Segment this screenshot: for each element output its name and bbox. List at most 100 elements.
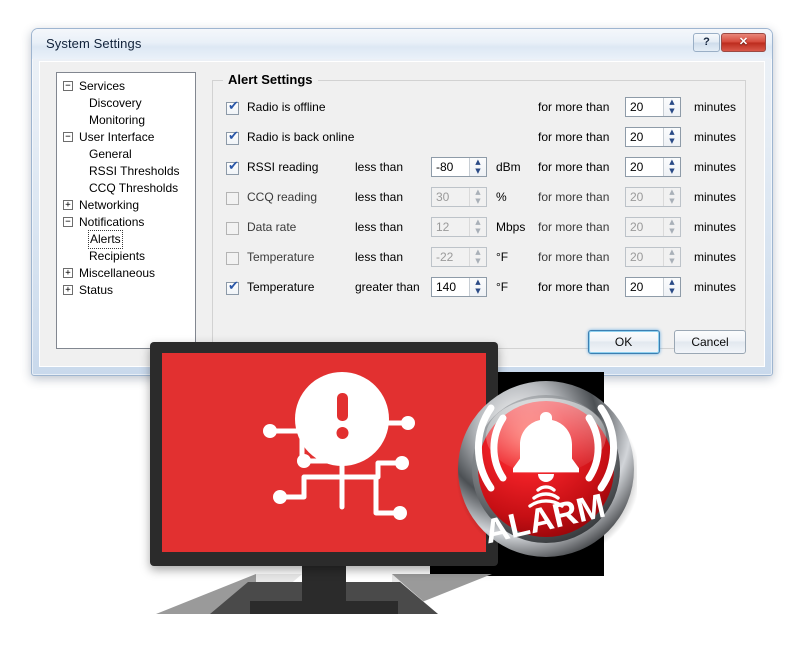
spinner-buttons[interactable]: ▲ ▼ (469, 248, 486, 266)
duration-spinner[interactable]: 20 ▲ ▼ (625, 217, 681, 237)
spinner-down-icon[interactable]: ▼ (664, 227, 680, 236)
spinner-up-icon[interactable]: ▲ (664, 278, 680, 287)
alert-row-label: Temperature (247, 280, 315, 294)
network-alert-icon (263, 372, 415, 520)
spinner-buttons[interactable]: ▲ ▼ (469, 158, 486, 176)
spinner-value[interactable]: 20 (630, 100, 643, 114)
duration-spinner[interactable]: 20 ▲ ▼ (625, 247, 681, 267)
sidebar-item-label: User Interface (79, 130, 155, 144)
sidebar-item-miscellaneous[interactable]: + Miscellaneous (57, 265, 195, 282)
spinner-value[interactable]: 30 (436, 190, 449, 204)
settings-tree[interactable]: − Services Discovery Monitoring − User Interf… (56, 72, 196, 349)
spinner-down-icon[interactable]: ▼ (470, 287, 486, 296)
alert-enable-checkbox[interactable]: ✔ (226, 280, 239, 295)
spinner-buttons[interactable]: ▲ ▼ (663, 158, 680, 176)
spinner-buttons[interactable]: ▲ ▼ (663, 188, 680, 206)
help-button[interactable]: ? (693, 33, 720, 52)
spinner-down-icon[interactable]: ▼ (664, 197, 680, 206)
spinner-down-icon[interactable]: ▼ (470, 167, 486, 176)
sidebar-item-status[interactable]: + Status (57, 282, 195, 299)
sidebar-item-networking[interactable]: + Networking (57, 197, 195, 214)
spinner-up-icon[interactable]: ▲ (664, 158, 680, 167)
spinner-up-icon[interactable]: ▲ (664, 248, 680, 257)
close-button[interactable]: ✕ (721, 33, 766, 52)
threshold-spinner[interactable]: 12 ▲ ▼ (431, 217, 487, 237)
spinner-up-icon[interactable]: ▲ (664, 218, 680, 227)
sidebar-item-ccq-thresholds[interactable]: CCQ Thresholds (57, 180, 195, 197)
sidebar-item-monitoring[interactable]: Monitoring (57, 112, 195, 129)
spinner-value[interactable]: 12 (436, 220, 449, 234)
threshold-spinner[interactable]: -22 ▲ ▼ (431, 247, 487, 267)
spinner-up-icon[interactable]: ▲ (664, 188, 680, 197)
alert-row: Data rate less than 12 ▲ ▼ Mbps for more than 2… (213, 215, 745, 245)
spinner-down-icon[interactable]: ▼ (664, 257, 680, 266)
duration-spinner[interactable]: 20 ▲ ▼ (625, 97, 681, 117)
sidebar-item-notifications[interactable]: − Notifications (57, 214, 195, 231)
spinner-up-icon[interactable]: ▲ (470, 188, 486, 197)
spinner-up-icon[interactable]: ▲ (470, 218, 486, 227)
spinner-down-icon[interactable]: ▼ (664, 287, 680, 296)
spinner-down-icon[interactable]: ▼ (470, 227, 486, 236)
sidebar-item-services[interactable]: − Services (57, 78, 195, 95)
tree-expand-icon[interactable]: + (63, 268, 73, 278)
tree-collapse-icon[interactable]: − (63, 81, 73, 91)
spinner-value[interactable]: -80 (436, 160, 453, 174)
spinner-value[interactable]: 140 (436, 280, 456, 294)
spinner-down-icon[interactable]: ▼ (470, 197, 486, 206)
duration-spinner[interactable]: 20 ▲ ▼ (625, 157, 681, 177)
spinner-buttons[interactable]: ▲ ▼ (663, 98, 680, 116)
duration-unit-label: minutes (694, 100, 737, 114)
spinner-value[interactable]: 20 (630, 190, 643, 204)
comparator-label: less than (355, 190, 404, 204)
spinner-buttons[interactable]: ▲ ▼ (663, 278, 680, 296)
sidebar-item-rssi-thresholds[interactable]: RSSI Thresholds (57, 163, 195, 180)
sidebar-item-general[interactable]: General (57, 146, 195, 163)
sidebar-item-user-interface[interactable]: − User Interface (57, 129, 195, 146)
tree-collapse-icon[interactable]: − (63, 132, 73, 142)
spinner-buttons[interactable]: ▲ ▼ (663, 248, 680, 266)
tree-collapse-icon[interactable]: − (63, 217, 73, 227)
tree-expand-icon[interactable]: + (63, 285, 73, 295)
spinner-value[interactable]: 20 (630, 220, 643, 234)
alert-enable-checkbox[interactable] (226, 252, 239, 265)
sidebar-item-label: Recipients (89, 249, 146, 263)
spinner-value[interactable]: 20 (630, 130, 643, 144)
spinner-buttons[interactable]: ▲ ▼ (663, 218, 680, 236)
alert-enable-checkbox[interactable]: ✔ (226, 100, 239, 115)
threshold-spinner[interactable]: 30 ▲ ▼ (431, 187, 487, 207)
threshold-spinner[interactable]: 140 ▲ ▼ (431, 277, 487, 297)
spinner-up-icon[interactable]: ▲ (470, 248, 486, 257)
alert-enable-checkbox[interactable] (226, 192, 239, 205)
spinner-value[interactable]: 20 (630, 160, 643, 174)
dialog-titlebar[interactable]: System Settings ? ✕ (32, 29, 772, 59)
spinner-buttons[interactable]: ▲ ▼ (663, 128, 680, 146)
duration-spinner[interactable]: 20 ▲ ▼ (625, 127, 681, 147)
alert-enable-checkbox[interactable]: ✔ (226, 160, 239, 175)
duration-spinner[interactable]: 20 ▲ ▼ (625, 277, 681, 297)
sidebar-item-discovery[interactable]: Discovery (57, 95, 195, 112)
sidebar-item-recipients[interactable]: Recipients (57, 248, 195, 265)
spinner-up-icon[interactable]: ▲ (470, 278, 486, 287)
sidebar-item-alerts[interactable]: Alerts (57, 230, 195, 249)
spinner-up-icon[interactable]: ▲ (664, 128, 680, 137)
spinner-value[interactable]: 20 (630, 280, 643, 294)
spinner-up-icon[interactable]: ▲ (470, 158, 486, 167)
alert-row: Temperature less than -22 ▲ ▼ °F for more than… (213, 245, 745, 275)
tree-expand-icon[interactable]: + (63, 200, 73, 210)
spinner-buttons[interactable]: ▲ ▼ (469, 278, 486, 296)
spinner-down-icon[interactable]: ▼ (470, 257, 486, 266)
spinner-buttons[interactable]: ▲ ▼ (469, 188, 486, 206)
duration-spinner[interactable]: 20 ▲ ▼ (625, 187, 681, 207)
spinner-value[interactable]: -22 (436, 250, 453, 264)
spinner-down-icon[interactable]: ▼ (664, 137, 680, 146)
alarm-button-graphic[interactable]: ALARM (455, 378, 637, 560)
alert-enable-checkbox[interactable] (226, 222, 239, 235)
spinner-up-icon[interactable]: ▲ (664, 98, 680, 107)
monitor-bezel (150, 342, 498, 566)
spinner-down-icon[interactable]: ▼ (664, 167, 680, 176)
spinner-value[interactable]: 20 (630, 250, 643, 264)
spinner-buttons[interactable]: ▲ ▼ (469, 218, 486, 236)
threshold-spinner[interactable]: -80 ▲ ▼ (431, 157, 487, 177)
alert-enable-checkbox[interactable]: ✔ (226, 130, 239, 145)
spinner-down-icon[interactable]: ▼ (664, 107, 680, 116)
